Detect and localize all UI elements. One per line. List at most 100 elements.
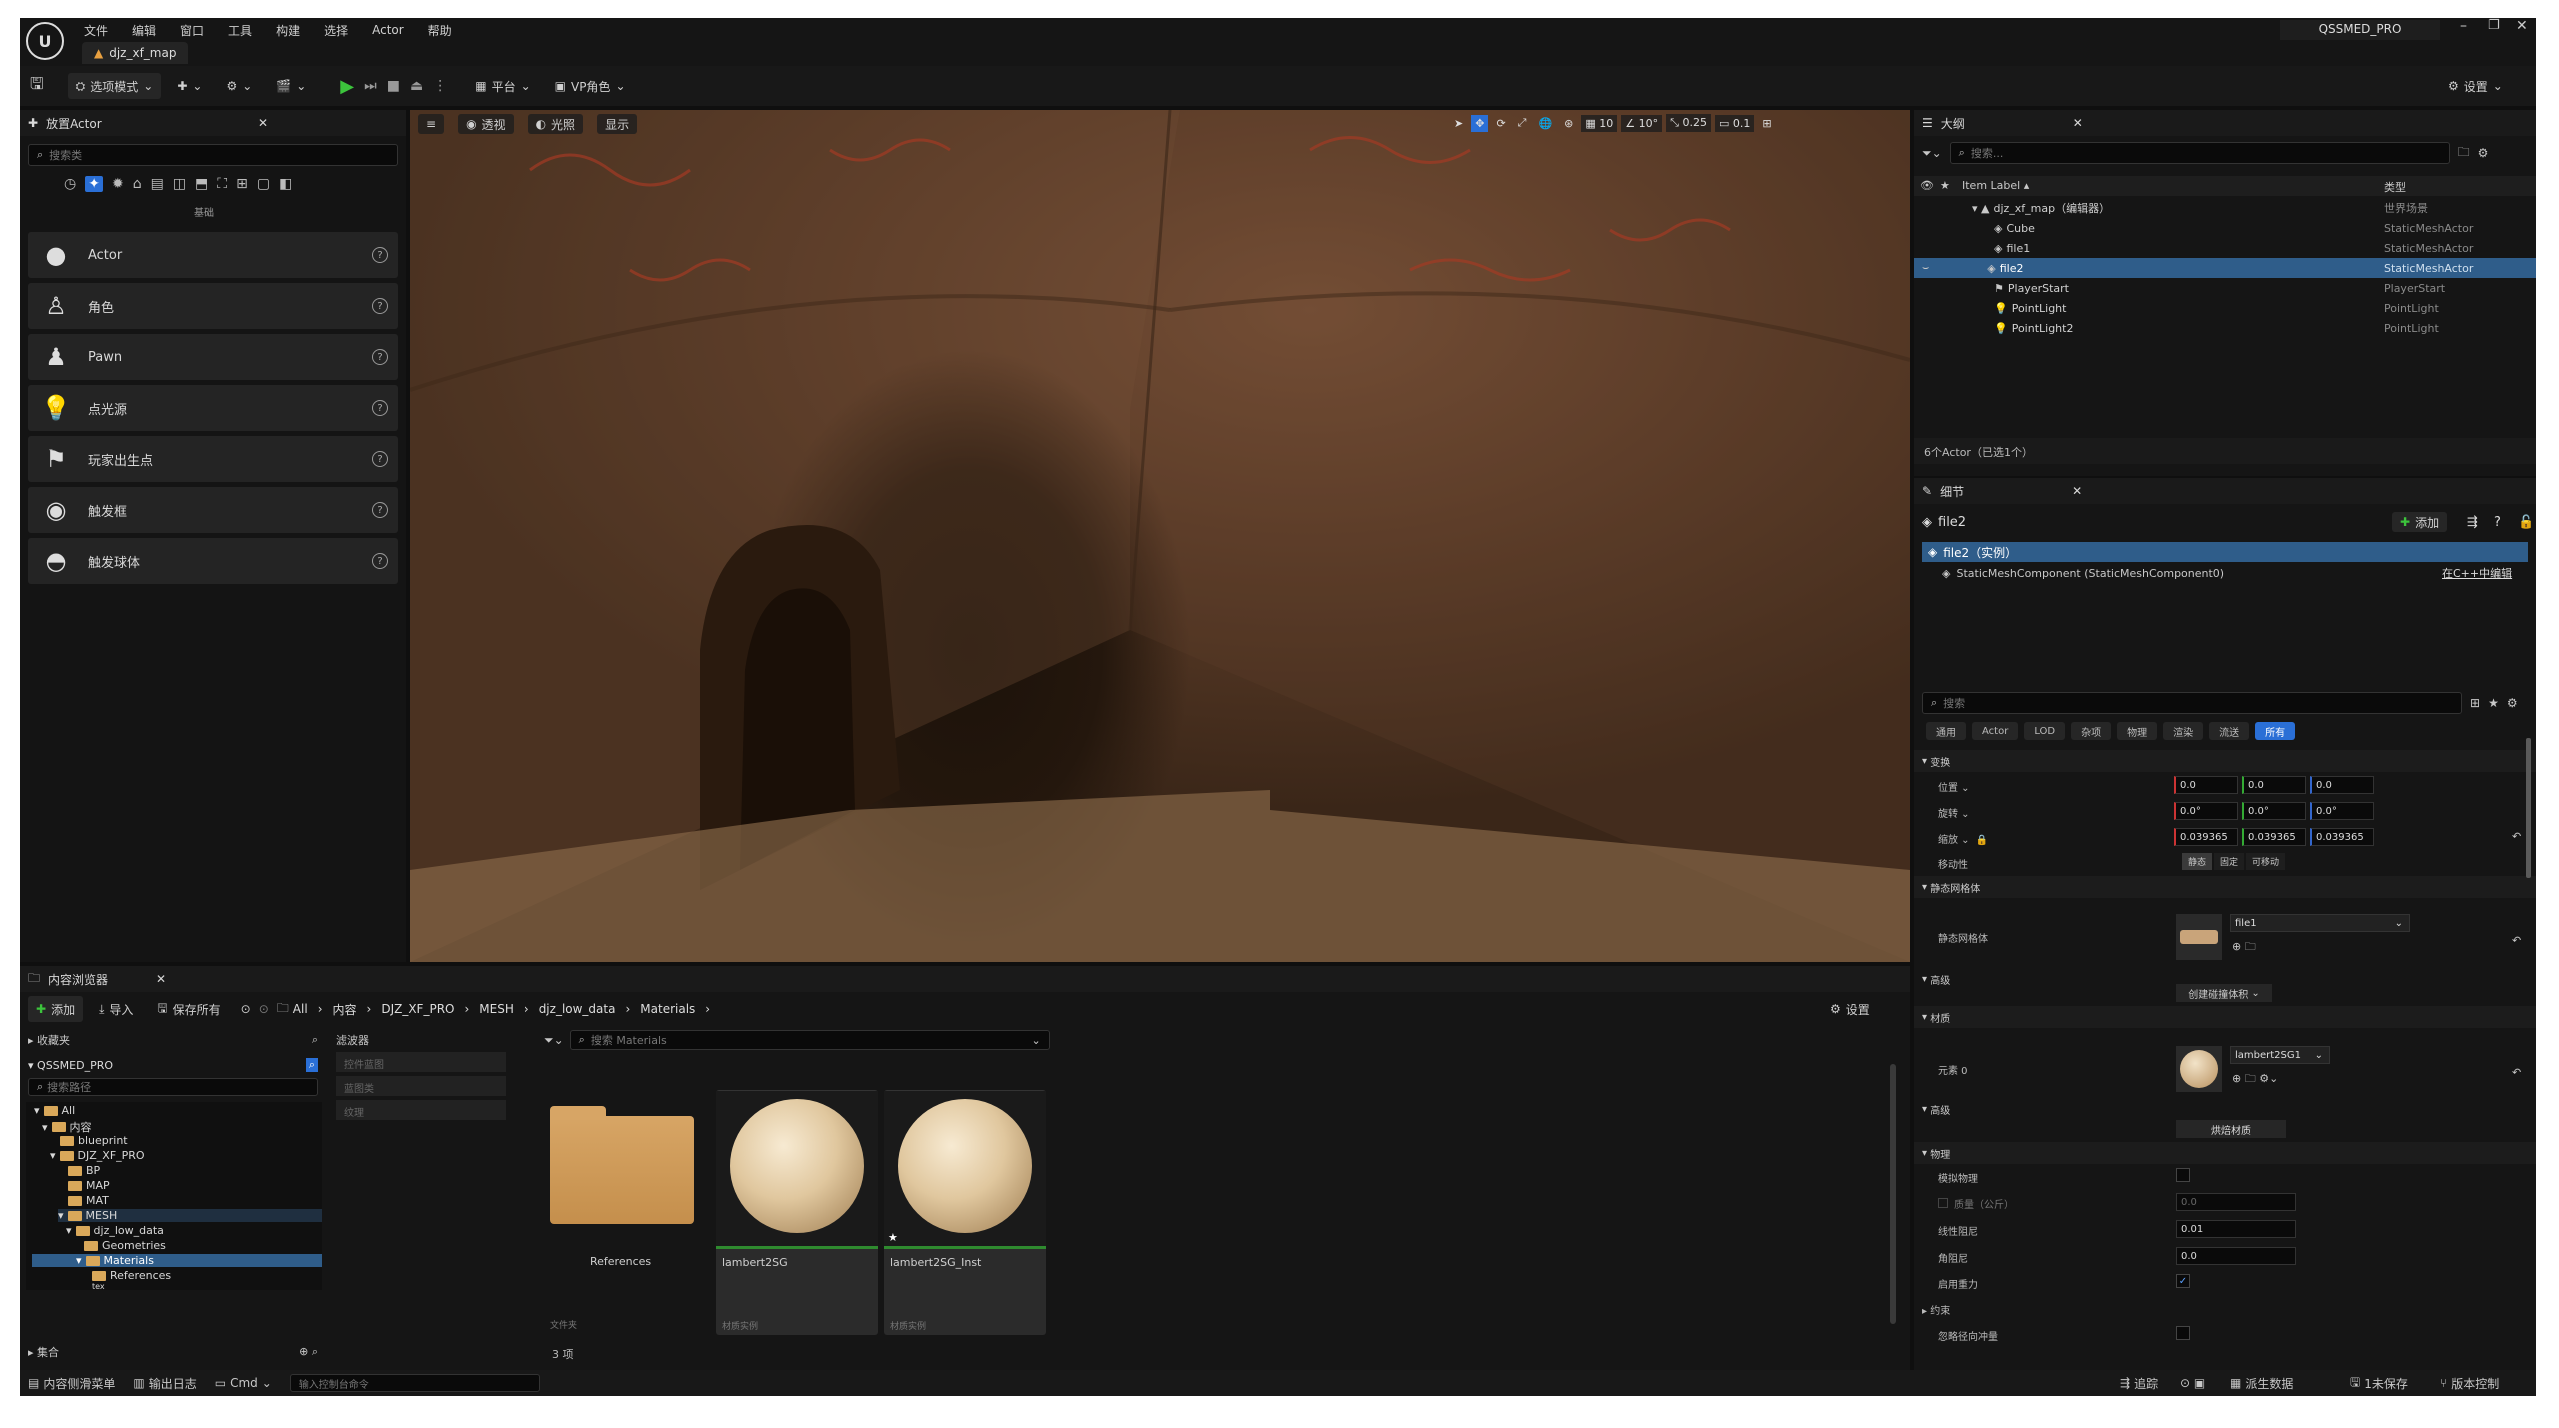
filter-tab-render[interactable]: 渲染 bbox=[2163, 722, 2204, 740]
platform-button[interactable]: ▦ 平台 ⌄ bbox=[467, 73, 538, 99]
tree-mat[interactable]: MAT bbox=[68, 1194, 109, 1207]
menu-edit[interactable]: 编辑 bbox=[132, 22, 156, 39]
select-tool-icon[interactable]: ➤ bbox=[1450, 115, 1467, 132]
save-icon[interactable]: 🖫 bbox=[30, 73, 44, 100]
add-button[interactable]: ✚ 添加 bbox=[28, 996, 84, 1022]
linear-damping-input[interactable]: 0.01 bbox=[2176, 1220, 2296, 1238]
tree-djz-low-data[interactable]: ▾ djz_low_data bbox=[66, 1224, 164, 1237]
mobility-movable[interactable]: 可移动 bbox=[2246, 853, 2286, 870]
help-icon[interactable]: ? bbox=[372, 349, 388, 365]
rotation-x[interactable]: 0.0° bbox=[2174, 802, 2238, 820]
output-log-button[interactable]: ▥ 输出日志 bbox=[133, 1375, 196, 1392]
lock-icon[interactable]: 🔓 bbox=[2518, 515, 2534, 530]
asset-lambert2sg[interactable]: lambert2SG 材质实例 bbox=[716, 1090, 878, 1335]
filter-tab-lod[interactable]: LOD bbox=[2024, 722, 2066, 740]
more-options-icon[interactable]: ⋮ bbox=[433, 78, 447, 94]
level-viewport[interactable]: ≡ ◉ 透视 ◐ 光照 显示 ➤ ✥ ⟳ ⤢ 🌐 ⊛ ▦ 10 ∠ 10° ⤡ 0.… bbox=[410, 110, 1910, 962]
shapes-icon[interactable]: ⌂ bbox=[133, 176, 142, 192]
visual-fx-icon[interactable]: ◫ bbox=[173, 176, 186, 192]
eject-icon[interactable]: ⏏ bbox=[410, 78, 423, 94]
tree-djz-xf-pro[interactable]: ▾ DJZ_XF_PRO bbox=[50, 1149, 145, 1162]
gear-icon[interactable]: ⚙ bbox=[2478, 146, 2489, 160]
place-item-player-start[interactable]: ⚑ 玩家出生点? bbox=[28, 436, 398, 482]
filter-icon[interactable]: ⏷⌄ bbox=[1922, 146, 1942, 161]
close-tab-icon[interactable]: ✕ bbox=[156, 972, 166, 986]
tree-references[interactable]: References bbox=[92, 1269, 171, 1282]
stop-icon[interactable]: ■ bbox=[387, 78, 400, 94]
tree-bp[interactable]: BP bbox=[68, 1164, 100, 1177]
recent-icon[interactable]: ◷ bbox=[64, 176, 76, 192]
favorites-header[interactable]: ▸ 收藏夹 ⌕ bbox=[28, 1032, 318, 1048]
place-item-character[interactable]: ♙ 角色? bbox=[28, 283, 398, 329]
scale-z[interactable]: 0.039365 bbox=[2310, 828, 2374, 846]
menu-help[interactable]: 帮助 bbox=[428, 22, 452, 39]
rotation-snap-button[interactable]: ∠ 10° bbox=[1621, 114, 1663, 132]
location-x[interactable]: 0.0 bbox=[2174, 776, 2238, 794]
move-tool-icon[interactable]: ✥ bbox=[1471, 114, 1489, 132]
search-paths-input[interactable]: ⌕ 搜索路径 bbox=[28, 1078, 318, 1096]
static-mesh-section[interactable]: ▾ 静态网格体 bbox=[1914, 876, 2536, 898]
browse-icons[interactable]: ⊕ 🗀 bbox=[2232, 938, 2256, 957]
outliner-row-pointlight2[interactable]: 💡 PointLight2 PointLight bbox=[1914, 318, 2536, 338]
minimize-button[interactable]: – bbox=[2460, 18, 2467, 34]
add-content-button[interactable]: ✚ ⌄ bbox=[169, 73, 210, 99]
search-icon[interactable]: ⌕ bbox=[305, 1058, 318, 1072]
place-item-pawn[interactable]: ♟ Pawn? bbox=[28, 334, 398, 380]
advanced-material-section[interactable]: ▾ 高级 bbox=[1914, 1098, 2536, 1120]
component-row[interactable]: ◈ StaticMeshComponent (StaticMeshComponen… bbox=[1942, 564, 2528, 582]
outliner-search-input[interactable]: ⌕ 搜索... bbox=[1949, 142, 2450, 164]
save-all-button[interactable]: 🖫 保存所有 bbox=[149, 996, 228, 1022]
asset-folder-references[interactable]: References 文件夹 bbox=[544, 1090, 706, 1335]
mode-select[interactable]: ⛭ 选项模式 ⌄ bbox=[67, 73, 162, 99]
menu-actor[interactable]: Actor bbox=[372, 23, 404, 37]
details-search-input[interactable]: ⌕ 搜索 bbox=[1922, 692, 2462, 714]
derived-data-button[interactable]: ▦ 派生数据 bbox=[2230, 1375, 2293, 1392]
reset-icon[interactable]: ↶ bbox=[2512, 830, 2521, 843]
rotation-z[interactable]: 0.0° bbox=[2310, 802, 2374, 820]
help-icon[interactable]: ? bbox=[372, 298, 388, 314]
project-header[interactable]: ▾ QSSMED_PRO ⌕ bbox=[28, 1058, 318, 1072]
location-label[interactable]: 位置 ⌄ bbox=[1938, 779, 1970, 794]
menu-window[interactable]: 窗口 bbox=[180, 22, 204, 39]
help-icon[interactable]: ? bbox=[372, 451, 388, 467]
scale-snap-button[interactable]: ⤡ 0.25 bbox=[1666, 114, 1711, 132]
create-collision-dropdown[interactable]: 创建碰撞体积 ⌄ bbox=[2176, 984, 2272, 1002]
place-item-actor[interactable]: ● Actor? bbox=[28, 232, 398, 278]
filter-tab-all[interactable]: 所有 bbox=[2255, 722, 2296, 740]
geometry-icon[interactable]: ⬒ bbox=[195, 176, 208, 192]
menu-select[interactable]: 选择 bbox=[324, 22, 348, 39]
close-tab-icon[interactable]: ✕ bbox=[2072, 484, 2082, 498]
help-icon[interactable]: ? bbox=[372, 502, 388, 518]
filter-blueprint-class[interactable]: 蓝图类 bbox=[336, 1076, 506, 1096]
unsaved-button[interactable]: 🖫 1未保存 bbox=[2350, 1373, 2408, 1394]
lit-button[interactable]: ◐ 光照 bbox=[527, 114, 584, 134]
help-icon[interactable]: ? bbox=[2494, 515, 2501, 530]
material-browse-icons[interactable]: ⊕ 🗀 ⚙⌄ bbox=[2232, 1070, 2278, 1089]
star-icon[interactable]: ★ bbox=[2488, 696, 2499, 710]
edit-cpp-link[interactable]: 在C++中编辑 bbox=[2442, 565, 2512, 581]
physics-section[interactable]: ▾ 物理 bbox=[1914, 1142, 2536, 1164]
content-browser-tab[interactable]: 🗀 内容浏览器 ✕ bbox=[20, 966, 1910, 992]
record-icon[interactable]: ⊙ ▣ bbox=[2180, 1376, 2205, 1390]
rotation-label[interactable]: 旋转 ⌄ bbox=[1938, 805, 1970, 820]
column-type[interactable]: 类型 bbox=[2384, 179, 2406, 195]
settings-button[interactable]: ⚙ 设置 ⌄ bbox=[2440, 73, 2511, 99]
breadcrumb-materials[interactable]: Materials bbox=[640, 1002, 695, 1016]
lights-icon[interactable]: ✹ bbox=[112, 176, 124, 192]
material-thumbnail[interactable] bbox=[2176, 1046, 2222, 1092]
maximize-viewport-icon[interactable]: ⊞ bbox=[1758, 115, 1775, 132]
help-icon[interactable]: ? bbox=[372, 247, 388, 263]
step-icon[interactable]: ⏭ bbox=[364, 78, 377, 94]
content-drawer-button[interactable]: ▤ 内容侧滑菜单 bbox=[28, 1375, 115, 1392]
cinematic-icon[interactable]: ▤ bbox=[151, 176, 164, 192]
mobility-static[interactable]: 静态 bbox=[2182, 853, 2213, 870]
search-icon[interactable]: ⌕ bbox=[312, 1033, 318, 1047]
tree-blueprint[interactable]: blueprint bbox=[60, 1134, 128, 1147]
close-tab-icon[interactable]: ✕ bbox=[258, 116, 268, 130]
lock-icon[interactable]: 🔒 bbox=[1976, 835, 1988, 846]
tree-content[interactable]: ▾ 内容 bbox=[42, 1119, 92, 1135]
rotation-y[interactable]: 0.0° bbox=[2242, 802, 2306, 820]
place-actors-tab[interactable]: ✚ 放置Actor ✕ bbox=[20, 110, 406, 136]
details-tab[interactable]: ✎ 细节 ✕ bbox=[1914, 478, 2536, 504]
breadcrumb-mesh[interactable]: MESH bbox=[479, 1002, 514, 1016]
